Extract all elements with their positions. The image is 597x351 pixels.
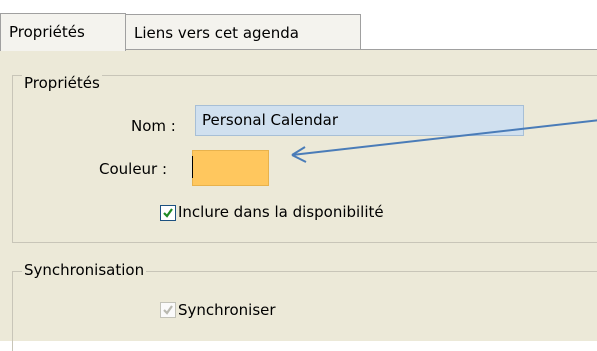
properties-panel: Propriétés Nom : Personal Calendar Coule…	[0, 50, 597, 351]
check-icon	[163, 208, 173, 218]
availability-label[interactable]: Inclure dans la disponibilité	[178, 202, 384, 222]
tab-calendar-links[interactable]: Liens vers cet agenda	[126, 14, 361, 50]
name-label: Nom :	[131, 117, 176, 135]
availability-checkbox[interactable]	[160, 205, 176, 221]
tab-properties[interactable]: Propriétés	[0, 13, 126, 51]
sync-group-title: Synchronisation	[22, 261, 147, 279]
properties-group-title: Propriétés	[22, 74, 102, 92]
check-icon	[163, 305, 173, 315]
synchronize-checkbox[interactable]	[160, 302, 176, 318]
name-field[interactable]: Personal Calendar	[195, 105, 524, 136]
text-caret	[192, 156, 193, 178]
tab-strip: Propriétés Liens vers cet agenda	[0, 0, 597, 51]
synchronize-label: Synchroniser	[178, 301, 276, 319]
sync-group	[12, 271, 597, 351]
color-label: Couleur :	[99, 160, 168, 178]
color-picker[interactable]	[192, 150, 269, 186]
